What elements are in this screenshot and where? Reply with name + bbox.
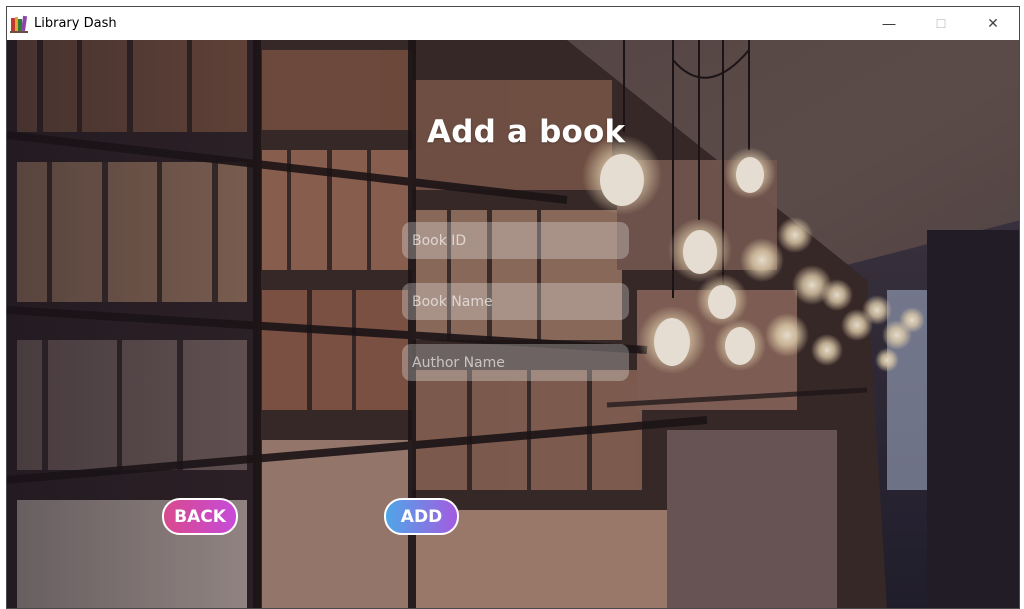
maximize-button[interactable]: ☐ [915, 7, 967, 40]
window-controls: — ☐ ✕ [863, 7, 1019, 40]
book-id-input[interactable] [402, 222, 629, 259]
app-window: Library Dash — ☐ ✕ Add a book Book ID Bo… [6, 6, 1020, 609]
minimize-icon: — [882, 16, 896, 31]
window-title: Library Dash [34, 16, 117, 31]
add-button[interactable]: ADD [384, 498, 459, 535]
book-name-input[interactable] [402, 283, 629, 320]
back-button[interactable]: BACK [162, 498, 238, 535]
author-name-input[interactable] [402, 344, 629, 381]
page-title: Add a book [427, 114, 626, 150]
content-area: Add a book BACK ADD [7, 40, 1019, 608]
books-icon [10, 15, 28, 33]
add-button-label: ADD [400, 506, 443, 527]
minimize-button[interactable]: — [863, 7, 915, 40]
close-button[interactable]: ✕ [967, 7, 1019, 40]
back-button-label: BACK [174, 506, 226, 527]
title-bar[interactable]: Library Dash — ☐ ✕ [7, 7, 1019, 40]
maximize-icon: ☐ [935, 16, 947, 31]
close-icon: ✕ [987, 15, 999, 31]
